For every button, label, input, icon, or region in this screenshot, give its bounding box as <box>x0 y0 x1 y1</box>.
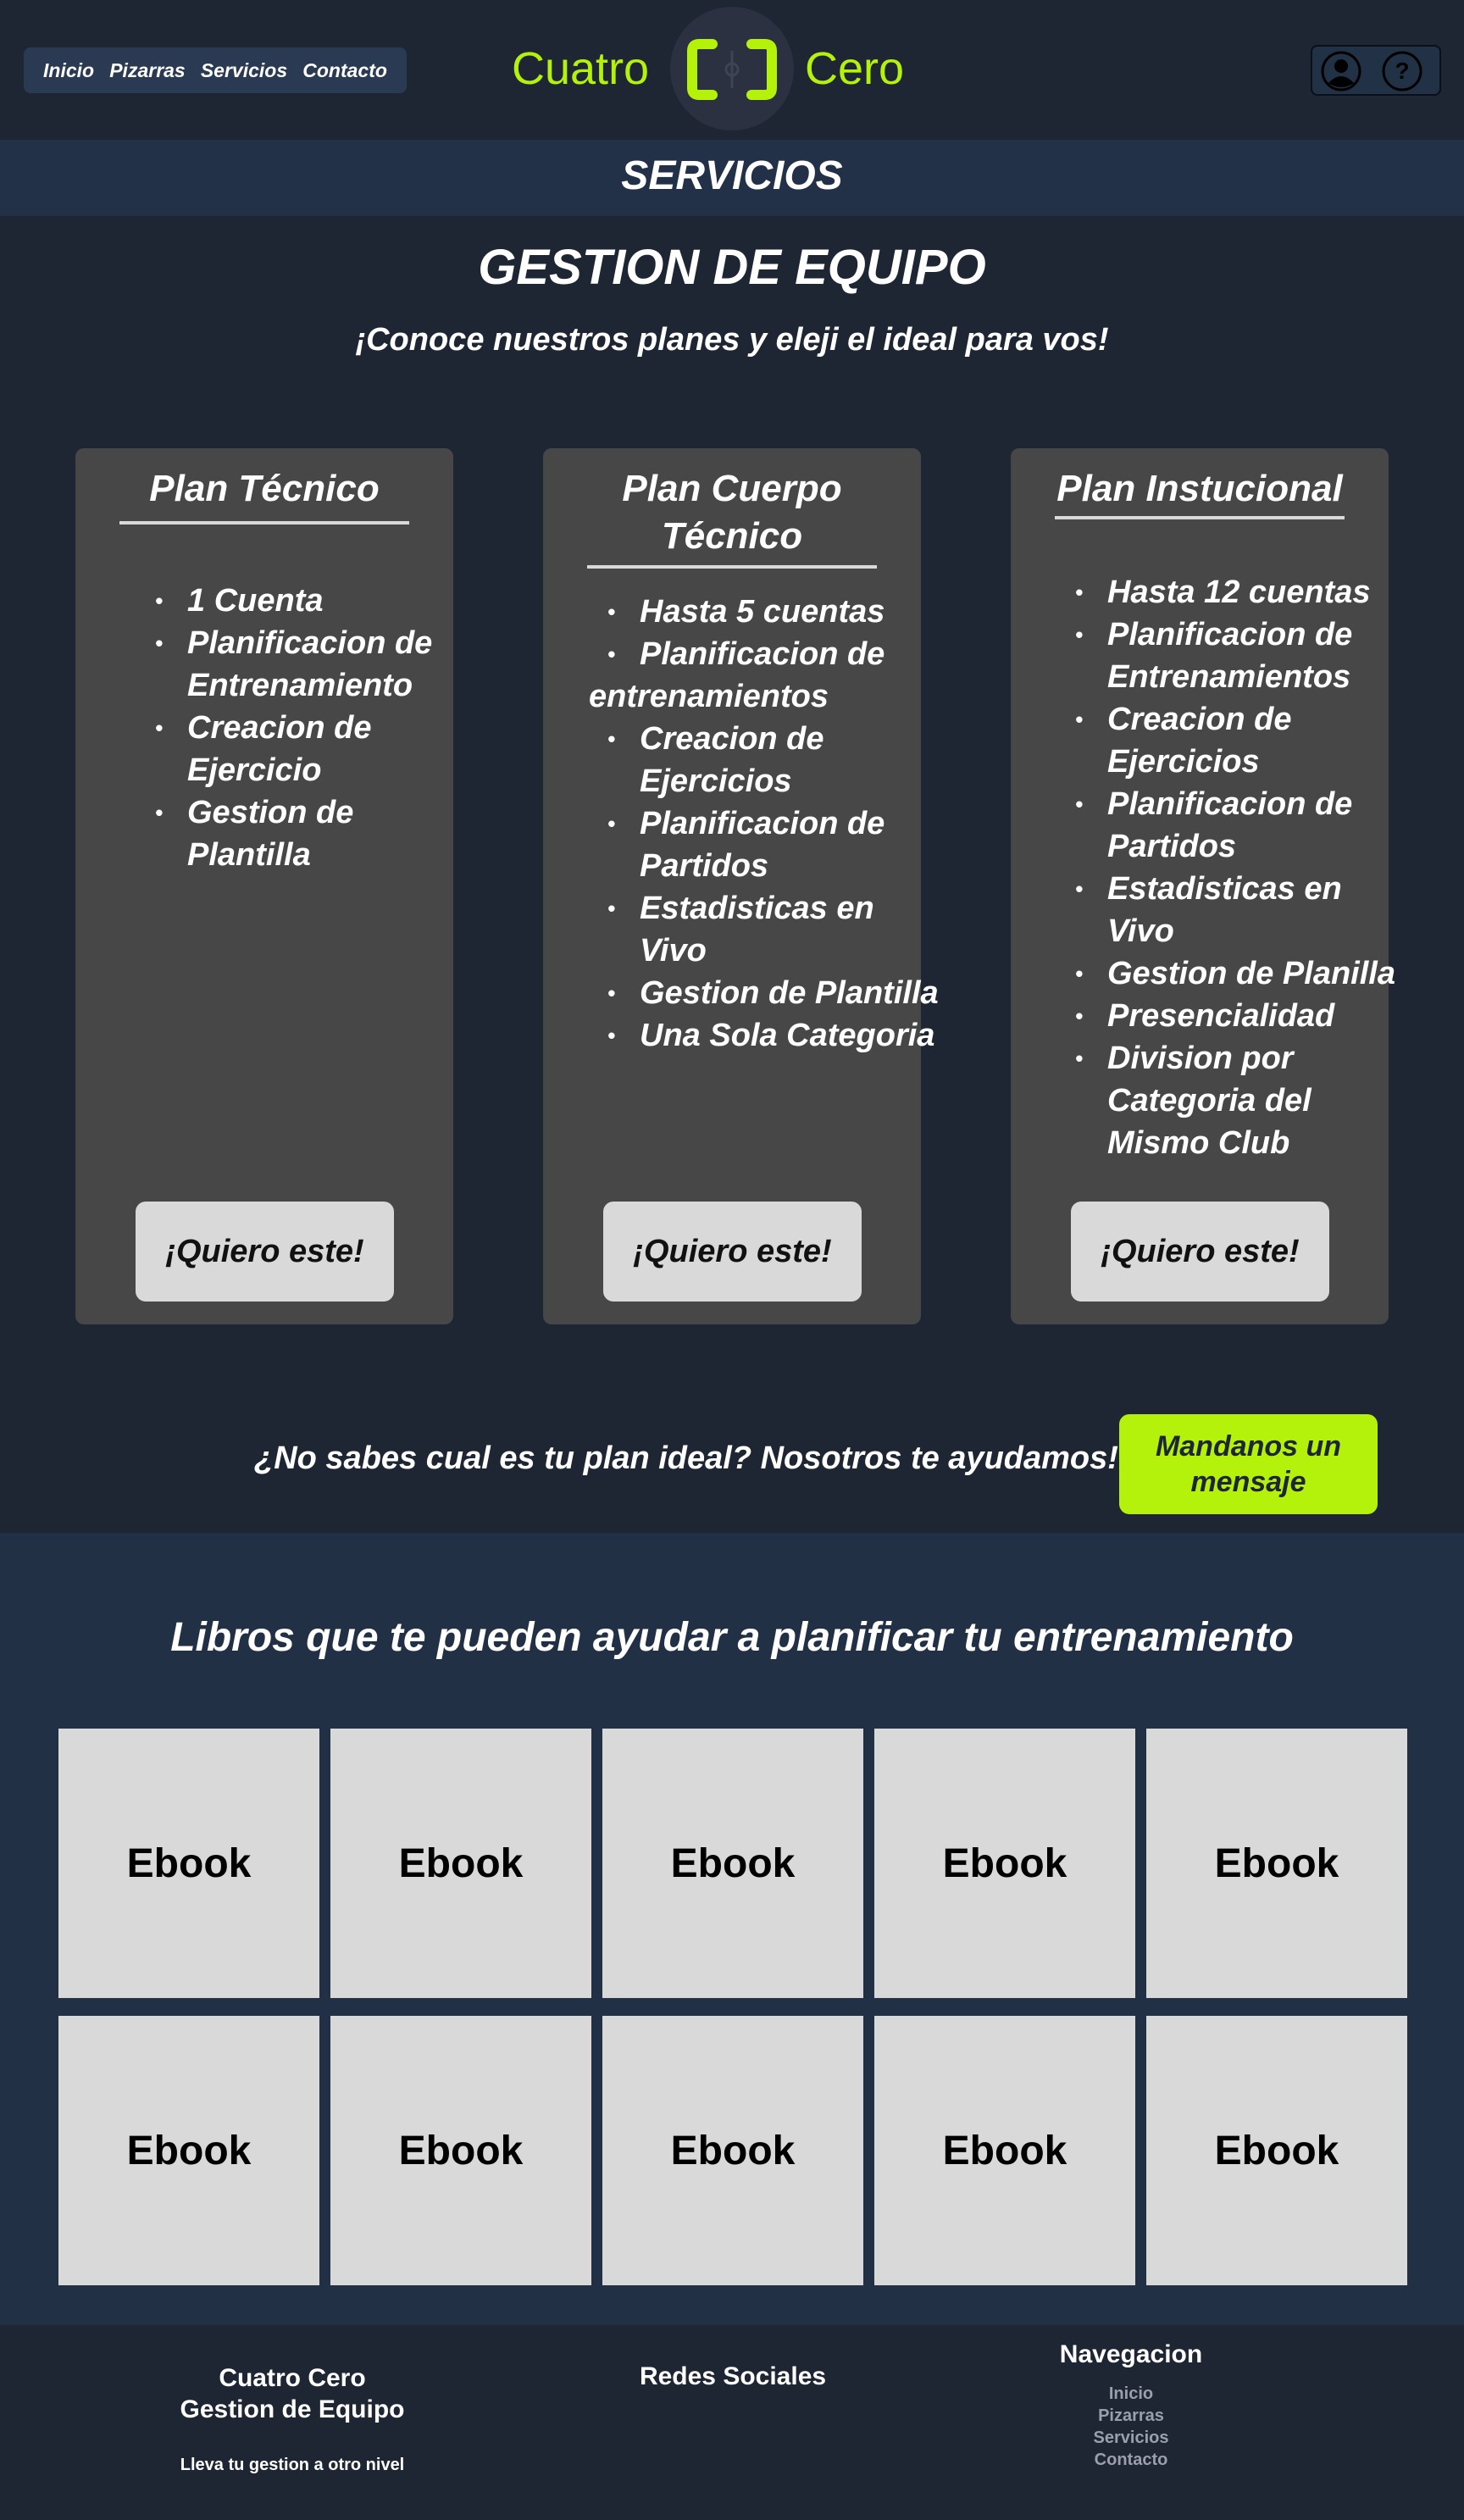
plan-title-line: Plan Cuerpo <box>622 468 842 509</box>
help-prompt: ¿No sabes cual es tu plan ideal? Nosotro… <box>254 1440 1118 1476</box>
footer-link-pizarras[interactable]: Pizarras <box>991 2405 1271 2427</box>
footer-brand-line: Gestion de Equipo <box>180 2395 405 2423</box>
plan-title-line: Técnico <box>661 515 803 557</box>
ebook-card[interactable]: Ebook <box>330 2016 591 2285</box>
plan-features: 1 Cuenta Planificacion de Entrenamiento … <box>153 580 467 876</box>
ebook-card[interactable]: Ebook <box>1146 1729 1407 1998</box>
footer-tagline: Lleva tu gestion a otro nivel <box>180 2456 405 2474</box>
feature-item: Creacion de Ejercicios <box>1075 698 1417 783</box>
divider <box>119 521 409 525</box>
ebook-card[interactable]: Ebook <box>874 2016 1135 2285</box>
logo-word-right: Cero <box>805 43 905 94</box>
main-nav: Inicio Pizarras Servicios Contacto <box>24 47 407 93</box>
feature-item: Planificacion de Entrenamientos <box>1075 613 1417 698</box>
choose-plan-button[interactable]: ¡Quiero este! <box>603 1202 862 1302</box>
plan-card-cuerpo-tecnico: Plan Cuerpo Técnico Hasta 5 cuentas Plan… <box>543 448 939 1324</box>
footer-brand-line: Cuatro Cero <box>219 2364 366 2392</box>
section-subtitle: ¡Conoce nuestros planes y eleji el ideal… <box>355 322 1109 358</box>
feature-item: Gestion de Plantilla <box>607 972 945 1014</box>
footer-social-title: Redes Sociales <box>639 2362 827 2390</box>
footer-link-contacto[interactable]: Contacto <box>991 2449 1271 2471</box>
button-label-line: mensaje <box>1190 1466 1306 1498</box>
user-icon[interactable] <box>1321 51 1361 92</box>
nav-link-servicios[interactable]: Servicios <box>201 59 287 82</box>
feature-item: 1 Cuenta <box>155 580 467 622</box>
nav-link-inicio[interactable]: Inicio <box>43 59 94 82</box>
feature-item: Creacion de Ejercicios <box>607 718 945 802</box>
logo-word-left: Cuatro <box>512 43 650 94</box>
plan-title: Plan Técnico <box>149 468 380 509</box>
footer-nav: Inicio Pizarras Servicios Contacto <box>991 2383 1271 2471</box>
feature-item: Presencialidad <box>1075 995 1417 1037</box>
ebook-card[interactable]: Ebook <box>602 2016 863 2285</box>
feature-item: Una Sola Categoria <box>607 1014 945 1057</box>
choose-plan-button[interactable]: ¡Quiero este! <box>1071 1202 1329 1302</box>
plan-card-institucional: Plan Instucional Hasta 12 cuentas Planif… <box>1011 448 1395 1324</box>
feature-item: Gestion de Planilla <box>1075 952 1417 995</box>
nav-link-pizarras[interactable]: Pizarras <box>109 59 186 82</box>
feature-item: Planificacion de entrenamientos <box>557 633 945 718</box>
footer-brand: Cuatro Cero Gestion de Equipo <box>152 2362 432 2425</box>
feature-item: Planificacion de Partidos <box>607 802 945 887</box>
feature-item: Estadisticas en Vivo <box>1075 868 1417 952</box>
ebook-card[interactable]: Ebook <box>602 1729 863 1998</box>
ebook-card[interactable]: Ebook <box>58 1729 319 1998</box>
button-label-line: Mandanos un <box>1155 1430 1342 1463</box>
plan-title: Plan Instucional <box>1056 468 1343 509</box>
ebook-card[interactable]: Ebook <box>330 1729 591 1998</box>
footer-link-servicios[interactable]: Servicios <box>991 2427 1271 2449</box>
send-message-button[interactable]: Mandanos un mensaje <box>1119 1414 1378 1514</box>
divider <box>1055 516 1345 519</box>
feature-item: Gestion de Plantilla <box>155 791 467 876</box>
choose-plan-button[interactable]: ¡Quiero este! <box>136 1202 394 1302</box>
help-icon[interactable]: ? <box>1382 51 1422 92</box>
section-title: GESTION DE EQUIPO <box>478 240 986 295</box>
feature-item: Hasta 5 cuentas <box>607 591 945 633</box>
plan-card-tecnico: Plan Técnico 1 Cuenta Planificacion de E… <box>75 448 453 1324</box>
feature-item: Hasta 12 cuentas <box>1075 571 1417 613</box>
feature-item: Planificacion de Partidos <box>1075 783 1417 868</box>
ebook-card[interactable]: Ebook <box>58 2016 319 2285</box>
ebook-card[interactable]: Ebook <box>874 1729 1135 1998</box>
nav-link-contacto[interactable]: Contacto <box>302 59 387 82</box>
plan-features: Hasta 5 cuentas Planificacion de entrena… <box>557 591 945 1057</box>
logo-bracket-icon[interactable] <box>687 39 777 100</box>
account-controls: ? <box>1311 45 1441 96</box>
ebook-card[interactable]: Ebook <box>1146 2016 1407 2285</box>
feature-item: Estadisticas en Vivo <box>607 887 945 972</box>
feature-item: Division por Categoria del Mismo Club <box>1075 1037 1417 1164</box>
books-title: Libros que te pueden ayudar a planificar… <box>170 1615 1294 1660</box>
page-title: SERVICIOS <box>621 153 843 198</box>
svg-text:?: ? <box>1395 58 1409 84</box>
divider <box>587 565 877 569</box>
feature-item: Planificacion de Entrenamiento <box>155 622 467 707</box>
plan-features: Hasta 12 cuentas Planificacion de Entren… <box>1073 571 1417 1164</box>
footer-link-inicio[interactable]: Inicio <box>991 2383 1271 2405</box>
footer-nav-title: Navegacion <box>1059 2340 1203 2368</box>
feature-item: Creacion de Ejercicio <box>155 707 467 791</box>
